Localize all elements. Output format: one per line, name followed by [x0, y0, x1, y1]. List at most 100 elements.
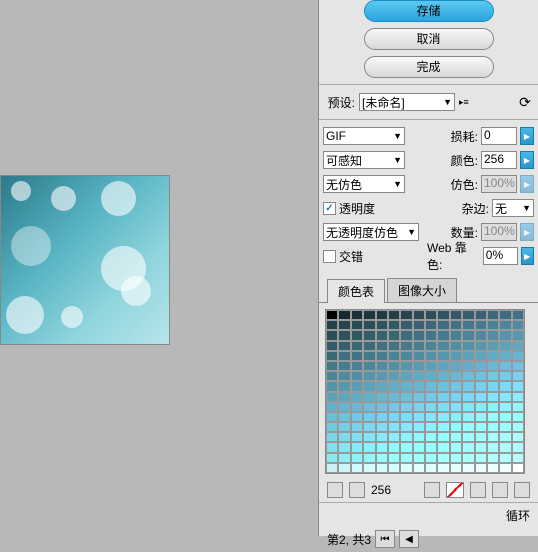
- color-swatch[interactable]: [338, 463, 350, 473]
- color-swatch[interactable]: [338, 320, 350, 330]
- color-swatch[interactable]: [450, 422, 462, 432]
- color-swatch[interactable]: [437, 432, 449, 442]
- color-swatch[interactable]: [475, 392, 487, 402]
- color-swatch[interactable]: [475, 361, 487, 371]
- color-swatch[interactable]: [425, 392, 437, 402]
- color-swatch[interactable]: [400, 381, 412, 391]
- color-swatch[interactable]: [425, 371, 437, 381]
- color-swatch[interactable]: [338, 442, 350, 452]
- color-swatch[interactable]: [400, 361, 412, 371]
- color-swatch[interactable]: [425, 463, 437, 473]
- color-swatch[interactable]: [437, 422, 449, 432]
- color-swatch[interactable]: [326, 330, 338, 340]
- color-swatch[interactable]: [388, 463, 400, 473]
- color-swatch[interactable]: [450, 442, 462, 452]
- websnap-spinner[interactable]: ▶: [521, 247, 534, 265]
- tab-color-table[interactable]: 颜色表: [327, 279, 385, 303]
- color-swatch[interactable]: [499, 392, 511, 402]
- color-swatch[interactable]: [351, 341, 363, 351]
- preset-select[interactable]: [未命名] ▼: [359, 93, 455, 111]
- color-swatch[interactable]: [475, 320, 487, 330]
- color-swatch[interactable]: [400, 463, 412, 473]
- color-swatch[interactable]: [363, 432, 375, 442]
- color-swatch[interactable]: [487, 310, 499, 320]
- color-swatch[interactable]: [450, 320, 462, 330]
- color-swatch[interactable]: [437, 330, 449, 340]
- ct-tool-icon[interactable]: [424, 482, 440, 498]
- color-swatch[interactable]: [450, 371, 462, 381]
- color-swatch[interactable]: [512, 310, 524, 320]
- preset-menu-icon[interactable]: ▸≡: [459, 97, 471, 108]
- color-swatch[interactable]: [437, 453, 449, 463]
- color-swatch[interactable]: [363, 422, 375, 432]
- color-swatch[interactable]: [450, 412, 462, 422]
- color-swatch[interactable]: [376, 442, 388, 452]
- color-swatch[interactable]: [351, 402, 363, 412]
- matte-select[interactable]: 无 ▼: [492, 199, 534, 217]
- prev-frame-button[interactable]: ◀: [399, 530, 419, 548]
- ct-tool-icon[interactable]: [349, 482, 365, 498]
- color-swatch[interactable]: [425, 453, 437, 463]
- color-swatch[interactable]: [326, 371, 338, 381]
- color-swatch[interactable]: [400, 341, 412, 351]
- color-swatch[interactable]: [450, 453, 462, 463]
- color-swatch[interactable]: [351, 453, 363, 463]
- color-swatch[interactable]: [363, 453, 375, 463]
- color-swatch[interactable]: [437, 463, 449, 473]
- color-swatch[interactable]: [462, 392, 474, 402]
- color-swatch[interactable]: [425, 402, 437, 412]
- color-swatch[interactable]: [351, 422, 363, 432]
- color-swatch[interactable]: [413, 402, 425, 412]
- ct-tool-icon[interactable]: [327, 482, 343, 498]
- color-swatch[interactable]: [376, 392, 388, 402]
- color-swatch[interactable]: [413, 381, 425, 391]
- color-swatch[interactable]: [437, 310, 449, 320]
- interlace-checkbox[interactable]: [323, 250, 336, 263]
- color-swatch[interactable]: [388, 320, 400, 330]
- color-swatch[interactable]: [475, 351, 487, 361]
- color-swatch[interactable]: [475, 453, 487, 463]
- color-swatch[interactable]: [475, 341, 487, 351]
- color-swatch[interactable]: [450, 402, 462, 412]
- preview-image[interactable]: [0, 175, 170, 345]
- color-swatch[interactable]: [499, 320, 511, 330]
- color-swatch[interactable]: [462, 412, 474, 422]
- color-swatch[interactable]: [475, 381, 487, 391]
- color-swatch[interactable]: [326, 341, 338, 351]
- color-swatch[interactable]: [499, 402, 511, 412]
- color-swatch[interactable]: [512, 392, 524, 402]
- color-swatch[interactable]: [363, 330, 375, 340]
- color-swatch[interactable]: [413, 310, 425, 320]
- color-swatch[interactable]: [487, 320, 499, 330]
- color-swatch[interactable]: [376, 463, 388, 473]
- color-swatch[interactable]: [413, 330, 425, 340]
- color-swatch[interactable]: [363, 412, 375, 422]
- color-swatch[interactable]: [475, 422, 487, 432]
- color-swatch[interactable]: [450, 341, 462, 351]
- color-swatch[interactable]: [388, 392, 400, 402]
- color-swatch[interactable]: [376, 371, 388, 381]
- color-swatch[interactable]: [351, 371, 363, 381]
- color-swatch[interactable]: [462, 463, 474, 473]
- color-swatch[interactable]: [413, 412, 425, 422]
- color-swatch[interactable]: [363, 381, 375, 391]
- color-swatch[interactable]: [499, 412, 511, 422]
- color-swatch[interactable]: [351, 463, 363, 473]
- color-swatch[interactable]: [487, 381, 499, 391]
- format-select[interactable]: GIF ▼: [323, 127, 405, 145]
- color-swatch[interactable]: [376, 412, 388, 422]
- color-swatch[interactable]: [338, 422, 350, 432]
- color-swatch[interactable]: [499, 422, 511, 432]
- color-swatch[interactable]: [400, 351, 412, 361]
- color-swatch[interactable]: [413, 442, 425, 452]
- color-swatch[interactable]: [388, 432, 400, 442]
- first-frame-button[interactable]: ⏮: [375, 530, 395, 548]
- color-swatch[interactable]: [462, 310, 474, 320]
- color-swatch[interactable]: [388, 442, 400, 452]
- color-swatch[interactable]: [363, 371, 375, 381]
- color-swatch[interactable]: [450, 310, 462, 320]
- color-swatch[interactable]: [425, 442, 437, 452]
- color-swatch[interactable]: [351, 351, 363, 361]
- color-swatch[interactable]: [475, 412, 487, 422]
- cancel-button[interactable]: 取消: [364, 28, 494, 50]
